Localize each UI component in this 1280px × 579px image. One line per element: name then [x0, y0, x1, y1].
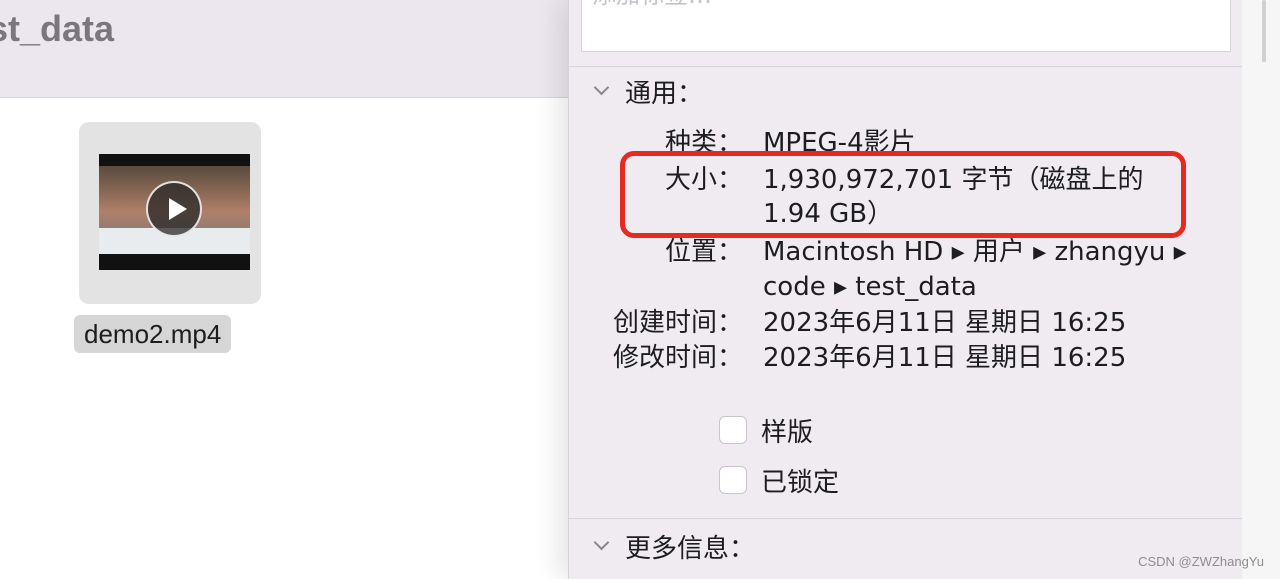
stationery-checkbox[interactable] — [719, 416, 747, 444]
tags-placeholder: 添加标签… — [592, 0, 712, 10]
window-title: st_data — [0, 8, 115, 49]
created-label: 创建时间： — [612, 308, 743, 338]
more-info-title: 更多信息： — [625, 533, 756, 564]
location-label: 位置： — [664, 237, 743, 267]
divider — [569, 66, 1243, 67]
finder-toolbar: st_data — [0, 0, 580, 98]
play-icon[interactable] — [146, 181, 202, 237]
location-path: Macintosh HD ▸ 用户 ▸ zhangyu ▸ — [763, 237, 1187, 267]
window-edge — [1242, 0, 1280, 579]
qr-code-icon — [203, 230, 223, 252]
chevron-down-icon[interactable] — [593, 537, 611, 555]
locked-checkbox[interactable] — [719, 466, 747, 494]
scrollbar[interactable] — [1262, 0, 1266, 62]
locked-label[interactable]: 已锁定 — [761, 462, 839, 499]
video-thumbnail — [99, 154, 250, 270]
size-highlight-annotation — [620, 151, 1186, 238]
location-path-cont: code ▸ test_data — [763, 272, 977, 302]
divider — [569, 518, 1243, 519]
file-item[interactable]: demo2.mp4 — [74, 122, 266, 354]
stationery-label[interactable]: 样版 — [761, 412, 813, 449]
info-panel: 添加标签… 通用： 种类： MPEG-4影片 大小： 1,930,972,701… — [568, 0, 1243, 579]
more-info-section-header[interactable]: 更多信息： — [593, 526, 755, 566]
chevron-down-icon[interactable] — [593, 82, 611, 100]
modified-value: 2023年6月11日 星期日 16:25 — [763, 343, 1127, 373]
stationery-option[interactable]: 样版 — [719, 412, 813, 449]
watermark: CSDN @ZWZhangYu — [1138, 554, 1264, 569]
general-title: 通用： — [625, 78, 704, 109]
locked-option[interactable]: 已锁定 — [719, 462, 839, 499]
file-name[interactable]: demo2.mp4 — [74, 315, 232, 353]
created-value: 2023年6月11日 星期日 16:25 — [763, 308, 1127, 338]
modified-label: 修改时间： — [612, 343, 743, 373]
file-thumbnail-background — [79, 122, 261, 304]
frame-text — [123, 241, 173, 249]
tags-input[interactable]: 添加标签… — [581, 0, 1231, 52]
general-section-header[interactable]: 通用： — [593, 71, 703, 111]
